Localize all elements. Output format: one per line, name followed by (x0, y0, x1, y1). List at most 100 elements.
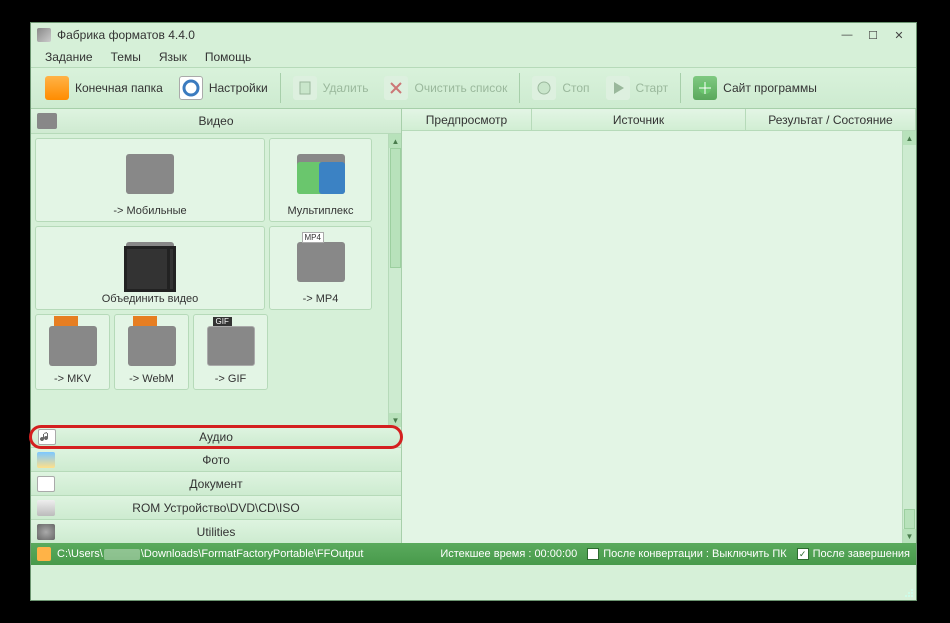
minimize-button[interactable]: — (836, 27, 858, 43)
folder-small-icon[interactable] (37, 547, 51, 561)
category-photo-label: Фото (202, 453, 230, 467)
main-panel: Предпросмотр Источник Результат / Состоя… (402, 109, 916, 543)
output-folder-button[interactable]: Конечная папка (37, 72, 171, 104)
tile-webm-label: -> WebM (129, 373, 174, 385)
col-source[interactable]: Источник (532, 109, 746, 130)
maximize-button[interactable]: ☐ (862, 27, 884, 43)
after-conversion-label: После конвертации : Выключить ПК (603, 548, 786, 560)
tile-mobile-label: -> Мобильные (113, 205, 186, 217)
tile-mp4-label: -> MP4 (303, 293, 339, 305)
task-list-header: Предпросмотр Источник Результат / Состоя… (402, 109, 916, 131)
scroll-up-icon[interactable]: ▲ (389, 134, 401, 148)
app-icon (37, 28, 51, 42)
path-prefix: C:\Users\ (57, 548, 103, 560)
col-preview[interactable]: Предпросмотр (402, 109, 532, 130)
menu-themes[interactable]: Темы (103, 48, 149, 66)
tile-mkv-label: -> MKV (54, 373, 91, 385)
scroll-up-icon[interactable]: ▲ (903, 131, 916, 145)
output-folder-label: Конечная папка (75, 81, 163, 95)
category-photo[interactable]: Фото (31, 447, 401, 471)
category-video-body: -> Мобильные Мультиплекс + Объединить ви… (31, 134, 401, 427)
scroll-thumb[interactable] (904, 509, 915, 529)
category-rom-label: ROM Устройство\DVD\CD\ISO (132, 501, 299, 515)
tile-mux[interactable]: Мультиплекс (269, 138, 372, 222)
tile-join-video[interactable]: + Объединить видео (35, 226, 265, 310)
gear-icon (179, 76, 203, 100)
folder-icon (45, 76, 69, 100)
tile-gif-label: -> GIF (215, 373, 246, 385)
sidebar: Видео -> Мобильные Мультиплекс (31, 109, 402, 543)
delete-button[interactable]: Удалить (285, 72, 377, 104)
settings-button[interactable]: Настройки (171, 72, 276, 104)
mux-icon (297, 154, 345, 194)
scroll-thumb[interactable] (390, 148, 401, 268)
tile-gif[interactable]: -> GIF (193, 314, 268, 390)
clear-list-button[interactable]: Очистить список (376, 72, 515, 104)
close-button[interactable]: ✕ (888, 27, 910, 43)
stop-button[interactable]: Стоп (524, 72, 597, 104)
delete-icon (293, 76, 317, 100)
col-result[interactable]: Результат / Состояние (746, 109, 916, 130)
globe-icon (693, 76, 717, 100)
category-document[interactable]: Документ (31, 471, 401, 495)
mobile-devices-icon (126, 154, 174, 194)
scroll-down-icon[interactable]: ▼ (903, 529, 916, 543)
category-video-label: Видео (198, 114, 233, 128)
tile-mobile[interactable]: -> Мобильные (35, 138, 265, 222)
gear-small-icon (37, 524, 55, 540)
stop-label: Стоп (562, 81, 589, 95)
tile-webm[interactable]: -> WebM (114, 314, 189, 390)
mp4-icon (297, 242, 345, 282)
mkv-icon (49, 326, 97, 366)
toolbar: Конечная папка Настройки Удалить Очистит (31, 67, 916, 109)
after-conversion-checkbox[interactable]: После конвертации : Выключить ПК (587, 548, 786, 560)
checkbox-checked-icon: ✓ (797, 548, 809, 560)
webm-icon (128, 326, 176, 366)
after-done-label: После завершения (813, 548, 910, 560)
output-path[interactable]: C:\Users\ \Downloads\FormatFactoryPortabl… (57, 548, 363, 560)
category-utilities-label: Utilities (197, 525, 236, 539)
tile-mp4[interactable]: -> MP4 (269, 226, 372, 310)
elapsed-value: 00:00:00 (534, 548, 577, 560)
document-icon (37, 476, 55, 492)
settings-label: Настройки (209, 81, 268, 95)
delete-label: Удалить (323, 81, 369, 95)
window-title: Фабрика форматов 4.4.0 (57, 28, 195, 42)
menu-task[interactable]: Задание (37, 48, 101, 66)
category-rom[interactable]: ROM Устройство\DVD\CD\ISO (31, 495, 401, 519)
checkbox-icon (587, 548, 599, 560)
video-scrollbar[interactable]: ▲ ▼ (388, 134, 401, 427)
statusbar: C:\Users\ \Downloads\FormatFactoryPortabl… (31, 543, 916, 565)
website-button[interactable]: Сайт программы (685, 72, 825, 104)
clear-list-label: Очистить список (414, 81, 507, 95)
menu-lang[interactable]: Язык (151, 48, 195, 66)
disc-icon (37, 500, 55, 516)
task-list-body: ▲ ▼ (402, 131, 916, 543)
category-document-label: Документ (189, 477, 242, 491)
join-icon: + (126, 242, 174, 282)
clear-icon (384, 76, 408, 100)
elapsed-label: Истекшее время : (440, 548, 531, 560)
titlebar: Фабрика форматов 4.4.0 — ☐ ✕ (31, 23, 916, 47)
category-audio[interactable]: Аудио (29, 425, 403, 449)
tile-mkv[interactable]: -> MKV (35, 314, 110, 390)
path-user-redacted (104, 549, 140, 560)
website-label: Сайт программы (723, 81, 817, 95)
audio-icon (38, 429, 56, 445)
menubar: Задание Темы Язык Помощь (31, 47, 916, 67)
stop-icon (532, 76, 556, 100)
after-done-checkbox[interactable]: ✓ После завершения (797, 548, 910, 560)
tile-join-label: Объединить видео (102, 293, 199, 305)
category-utilities[interactable]: Utilities (31, 519, 401, 543)
app-window: Фабрика форматов 4.4.0 — ☐ ✕ Задание Тем… (30, 22, 917, 601)
category-video-header[interactable]: Видео (31, 109, 401, 134)
path-suffix: \Downloads\FormatFactoryPortable\FFOutpu… (141, 548, 364, 560)
list-scrollbar[interactable]: ▲ ▼ (902, 131, 916, 543)
resize-grip[interactable] (902, 586, 914, 598)
menu-help[interactable]: Помощь (197, 48, 259, 66)
photo-icon (37, 452, 55, 468)
gif-icon (207, 326, 255, 366)
tile-mux-label: Мультиплекс (288, 205, 354, 217)
category-audio-label: Аудио (199, 430, 233, 444)
start-button[interactable]: Старт (598, 72, 677, 104)
